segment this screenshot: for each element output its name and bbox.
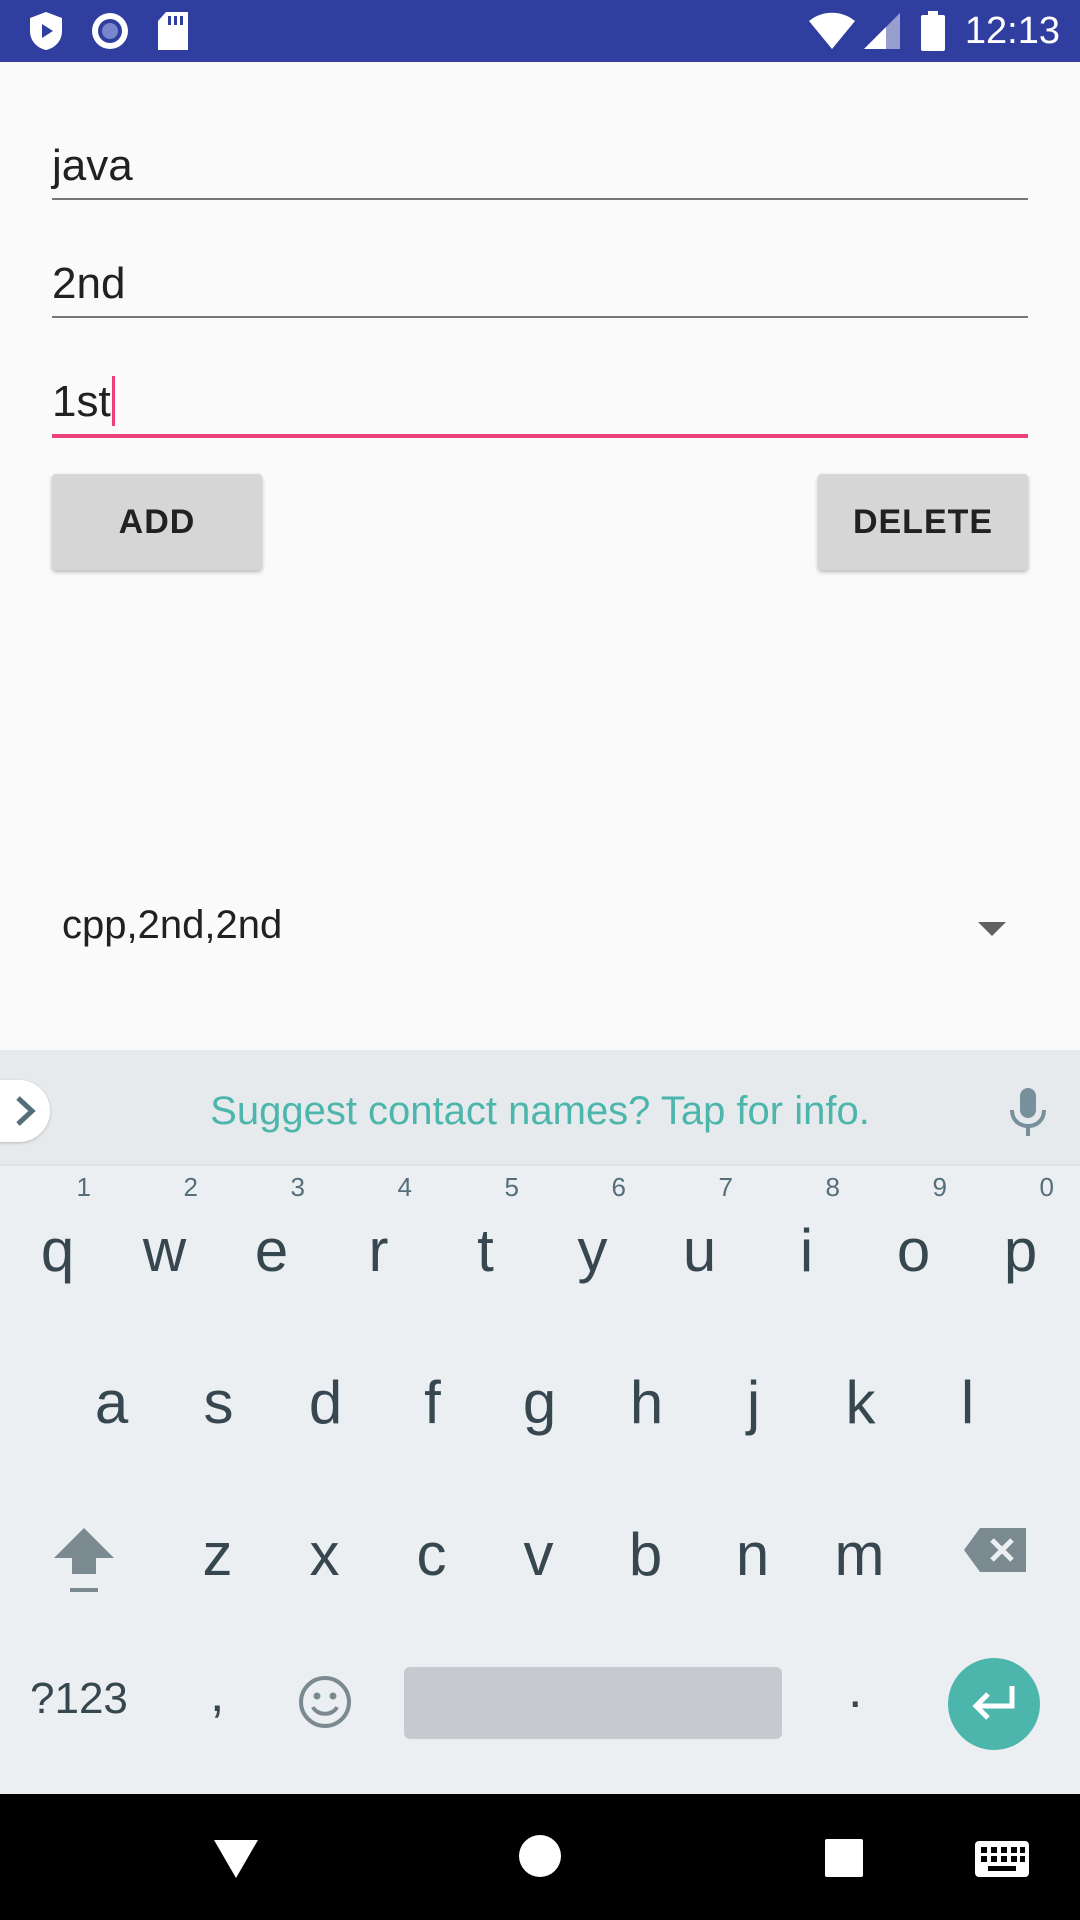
key-u-label: u bbox=[682, 1217, 717, 1284]
key-u-number-hint: 7 bbox=[718, 1172, 733, 1202]
battery-icon bbox=[921, 11, 945, 51]
back-icon[interactable] bbox=[212, 1838, 260, 1880]
text-field-2[interactable]: 2nd bbox=[52, 252, 1028, 322]
key-e-number-hint: 3 bbox=[290, 1172, 305, 1202]
shield-play-icon bbox=[30, 12, 62, 50]
key-d[interactable]: d bbox=[272, 1368, 379, 1438]
key-e[interactable]: e3 bbox=[218, 1172, 325, 1286]
key-f[interactable]: f bbox=[379, 1368, 486, 1438]
text-field-2-underline bbox=[52, 316, 1028, 318]
suggestion-strip: Suggest contact names? Tap for info. bbox=[0, 1050, 1080, 1166]
text-field-1-value: java bbox=[52, 141, 133, 190]
symbols-key[interactable]: ?123 bbox=[30, 1674, 128, 1724]
text-field-1-underline bbox=[52, 198, 1028, 200]
shift-icon[interactable] bbox=[52, 1524, 116, 1596]
key-n[interactable]: n bbox=[699, 1520, 806, 1590]
enter-icon bbox=[972, 1686, 1015, 1720]
key-y[interactable]: y6 bbox=[539, 1172, 646, 1286]
sd-card-icon bbox=[158, 12, 188, 50]
spinner-selected-value: cpp,2nd,2nd bbox=[62, 903, 283, 947]
enter-button[interactable] bbox=[948, 1658, 1040, 1750]
key-h[interactable]: h bbox=[593, 1368, 700, 1438]
status-bar: 12:13 bbox=[0, 0, 1080, 62]
key-i[interactable]: i8 bbox=[753, 1172, 860, 1286]
key-q-number-hint: 1 bbox=[76, 1172, 91, 1202]
key-r-number-hint: 4 bbox=[397, 1172, 412, 1202]
key-y-label: y bbox=[577, 1217, 608, 1284]
key-q[interactable]: q1 bbox=[4, 1172, 111, 1286]
backspace-icon[interactable] bbox=[962, 1526, 1028, 1574]
text-field-1[interactable]: java bbox=[52, 134, 1028, 204]
key-y-number-hint: 6 bbox=[611, 1172, 626, 1202]
key-o-label: o bbox=[896, 1217, 931, 1284]
key-r[interactable]: r4 bbox=[325, 1172, 432, 1286]
home-icon[interactable] bbox=[518, 1834, 562, 1878]
dropdown-arrow-icon bbox=[978, 922, 1006, 936]
selection-spinner[interactable]: cpp,2nd,2nd bbox=[52, 890, 1012, 970]
key-o[interactable]: o9 bbox=[860, 1172, 967, 1286]
key-a[interactable]: a bbox=[58, 1368, 165, 1438]
period-key[interactable]: . bbox=[848, 1660, 862, 1720]
text-cursor bbox=[111, 376, 115, 426]
key-c[interactable]: c bbox=[378, 1520, 485, 1590]
key-v[interactable]: v bbox=[485, 1520, 592, 1590]
key-u[interactable]: u7 bbox=[646, 1172, 753, 1286]
contact-suggestion-prompt[interactable]: Suggest contact names? Tap for info. bbox=[0, 1086, 1080, 1136]
status-time: 12:13 bbox=[964, 10, 1060, 52]
text-field-3[interactable]: 1st bbox=[52, 370, 1028, 442]
key-b[interactable]: b bbox=[592, 1520, 699, 1590]
key-w-label: w bbox=[142, 1217, 187, 1284]
record-icon bbox=[92, 13, 128, 49]
key-i-number-hint: 8 bbox=[825, 1172, 840, 1202]
key-p-label: p bbox=[1003, 1217, 1038, 1284]
key-g[interactable]: g bbox=[486, 1368, 593, 1438]
wifi-icon bbox=[809, 12, 855, 49]
key-o-number-hint: 9 bbox=[932, 1172, 947, 1202]
key-m[interactable]: m bbox=[806, 1520, 913, 1590]
microphone-icon[interactable] bbox=[1008, 1086, 1048, 1138]
delete-button[interactable]: DELETE bbox=[818, 474, 1028, 570]
recents-icon[interactable] bbox=[824, 1838, 864, 1878]
key-p-number-hint: 0 bbox=[1039, 1172, 1054, 1202]
emoji-icon[interactable] bbox=[297, 1674, 353, 1730]
signal-icon bbox=[864, 13, 900, 49]
text-field-2-value: 2nd bbox=[52, 259, 126, 308]
key-w-number-hint: 2 bbox=[183, 1172, 198, 1202]
key-r-label: r bbox=[368, 1217, 389, 1284]
key-t[interactable]: t5 bbox=[432, 1172, 539, 1286]
key-w[interactable]: w2 bbox=[111, 1172, 218, 1286]
key-t-number-hint: 5 bbox=[504, 1172, 519, 1202]
key-e-label: e bbox=[254, 1217, 289, 1284]
navigation-bar bbox=[0, 1794, 1080, 1920]
key-p[interactable]: p0 bbox=[967, 1172, 1074, 1286]
key-z[interactable]: z bbox=[164, 1520, 271, 1590]
key-q-label: q bbox=[40, 1217, 75, 1284]
add-button[interactable]: ADD bbox=[52, 474, 262, 570]
key-s[interactable]: s bbox=[165, 1368, 272, 1438]
key-j[interactable]: j bbox=[700, 1368, 807, 1438]
comma-key[interactable]: , bbox=[210, 1664, 224, 1724]
key-x[interactable]: x bbox=[271, 1520, 378, 1590]
keyboard-switch-icon[interactable] bbox=[974, 1840, 1030, 1878]
space-bar[interactable] bbox=[404, 1667, 782, 1739]
text-field-3-underline bbox=[52, 434, 1028, 438]
key-t-label: t bbox=[477, 1217, 494, 1284]
text-field-3-value: 1st bbox=[52, 377, 111, 426]
key-k[interactable]: k bbox=[807, 1368, 914, 1438]
key-i-label: i bbox=[799, 1217, 814, 1284]
key-l[interactable]: l bbox=[914, 1368, 1021, 1438]
